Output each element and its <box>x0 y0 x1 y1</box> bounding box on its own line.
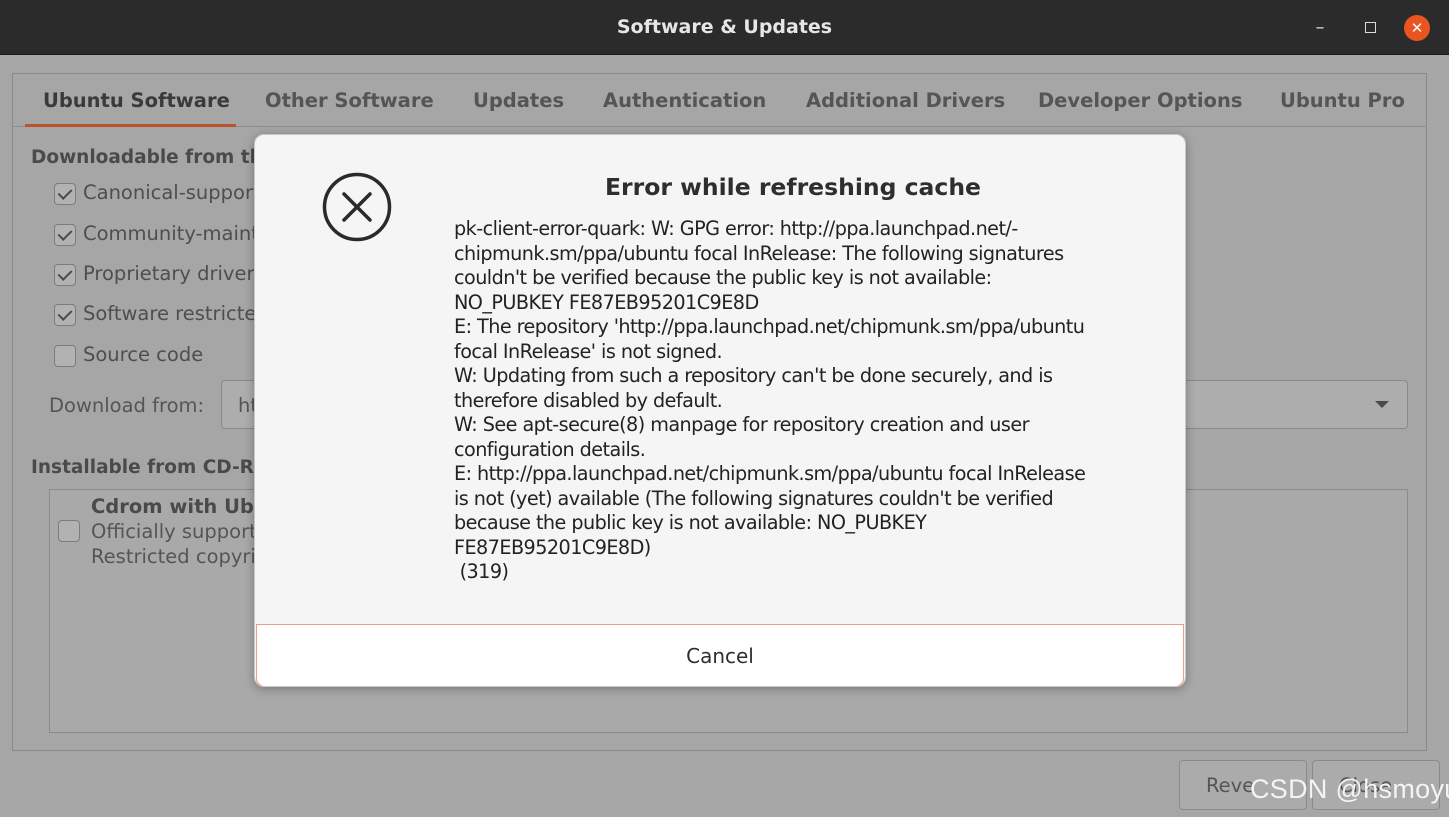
option-restricted-label: Software restricte <box>83 302 257 325</box>
tab-authentication[interactable]: Authentication <box>603 89 766 112</box>
tab-other-software[interactable]: Other Software <box>265 89 434 112</box>
option-proprietary-label: Proprietary driver <box>83 262 255 285</box>
watermark: CSDN @hsmoyu <box>1250 774 1449 804</box>
tab-ubuntu-pro[interactable]: Ubuntu Pro <box>1280 89 1405 112</box>
cancel-button[interactable]: Cancel <box>256 624 1184 686</box>
option-community-label: Community-maint <box>83 222 259 245</box>
tab-updates[interactable]: Updates <box>473 89 564 112</box>
tab-ubuntu-software[interactable]: Ubuntu Software <box>43 89 230 112</box>
maximize-button[interactable] <box>1356 14 1384 42</box>
chevron-down-icon <box>1375 401 1389 408</box>
downloadable-heading: Downloadable from th <box>31 147 263 168</box>
cdrom-title: Cdrom with Ubu <box>91 495 268 518</box>
cdrom-line-2: Officially support <box>91 520 257 543</box>
tab-bar: Ubuntu Software Other Software Updates A… <box>13 74 1426 127</box>
checkbox-source-code[interactable] <box>54 345 76 367</box>
cdrom-line-3: Restricted copyri <box>91 545 256 568</box>
option-source-code-label: Source code <box>83 343 204 366</box>
option-source-code[interactable]: Source code <box>54 343 204 367</box>
maximize-icon <box>1364 22 1376 33</box>
close-window-button[interactable]: ✕ <box>1404 15 1430 41</box>
window-title: Software & Updates <box>616 16 833 38</box>
checkbox-restricted[interactable] <box>54 304 76 326</box>
minimize-button[interactable]: – <box>1306 14 1334 42</box>
option-canonical-label: Canonical-support <box>83 181 261 204</box>
active-tab-indicator <box>25 124 236 127</box>
checkbox-cdrom[interactable] <box>58 520 80 542</box>
checkbox-community[interactable] <box>54 224 76 246</box>
dialog-title: Error while refreshing cache <box>605 173 981 201</box>
option-restricted[interactable]: Software restricte <box>54 302 257 326</box>
dialog-message: pk-client-error-quark: W: GPG error: htt… <box>454 217 1086 583</box>
option-canonical[interactable]: Canonical-support <box>54 181 261 205</box>
checkbox-proprietary[interactable] <box>54 264 76 286</box>
error-circle-x-icon <box>322 172 392 242</box>
tab-additional-drivers[interactable]: Additional Drivers <box>806 89 1005 112</box>
tab-developer-options[interactable]: Developer Options <box>1038 89 1242 112</box>
checkbox-canonical[interactable] <box>54 183 76 205</box>
window-titlebar: Software & Updates – ✕ <box>0 0 1449 55</box>
download-from-label: Download from: <box>49 394 205 417</box>
installable-heading: Installable from CD-R <box>31 457 254 478</box>
error-dialog: Error while refreshing cache pk-client-e… <box>254 134 1186 687</box>
option-community[interactable]: Community-maint <box>54 222 259 246</box>
option-proprietary[interactable]: Proprietary driver <box>54 262 255 286</box>
